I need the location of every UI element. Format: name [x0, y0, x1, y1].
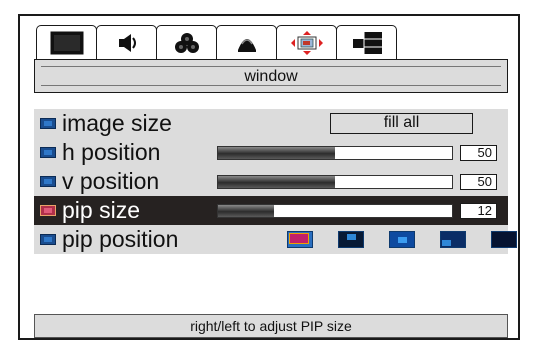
pip-window-mark: [442, 240, 451, 246]
header-divider-bottom: [41, 85, 501, 86]
tab-window[interactable]: [276, 25, 337, 59]
osd-menu-frame: window image size fill all h position 50…: [18, 14, 520, 340]
pip-position-options: [287, 231, 537, 248]
pip-position-option-center[interactable]: [389, 231, 415, 248]
image-size-icon: [40, 118, 56, 129]
image-size-value[interactable]: fill all: [330, 113, 473, 134]
h-position-icon: [40, 147, 56, 158]
h-position-slider[interactable]: [217, 146, 453, 160]
pip-icon: [347, 29, 387, 57]
section-title: window: [244, 68, 298, 85]
pip-window-mark: [347, 234, 356, 240]
h-position-label: h position: [62, 139, 161, 165]
v-position-label: v position: [62, 168, 160, 194]
menu-tabs: [36, 25, 397, 59]
image-size-label: image size: [62, 110, 172, 136]
v-position-slider[interactable]: [217, 175, 453, 189]
pip-window-mark: [398, 237, 407, 243]
row-v-position[interactable]: v position 50: [34, 167, 508, 196]
h-position-slider-fill: [218, 147, 335, 159]
pip-position-option-top-center[interactable]: [338, 231, 364, 248]
window-settings-icon: [287, 29, 327, 57]
channel-icon: [227, 29, 267, 57]
pip-size-value: 12: [460, 203, 497, 219]
header-divider-top: [41, 66, 501, 67]
row-h-position[interactable]: h position 50: [34, 138, 508, 167]
pip-size-icon: [40, 205, 56, 216]
pip-position-icon: [40, 234, 56, 245]
pip-position-option-top-left[interactable]: [287, 231, 313, 248]
pip-size-slider[interactable]: [217, 204, 453, 218]
tab-audio[interactable]: [96, 25, 157, 59]
tab-pip[interactable]: [336, 25, 397, 59]
row-pip-position[interactable]: pip position: [34, 225, 517, 254]
v-position-slider-fill: [218, 176, 335, 188]
help-status-bar: right/left to adjust PIP size: [34, 314, 508, 338]
pip-position-option-bottom-left[interactable]: [440, 231, 466, 248]
tab-color[interactable]: [156, 25, 217, 59]
h-position-value: 50: [460, 145, 497, 161]
v-position-icon: [40, 176, 56, 187]
tab-picture[interactable]: [36, 25, 97, 59]
pip-size-label: pip size: [62, 197, 140, 223]
pip-size-slider-fill: [218, 205, 275, 217]
section-header: window: [34, 59, 508, 93]
pip-window-mark: [289, 233, 309, 244]
row-image-size[interactable]: image size fill all: [34, 109, 508, 138]
pip-position-option-none[interactable]: [491, 231, 517, 248]
tab-channel[interactable]: [216, 25, 277, 59]
color-icon: [167, 29, 207, 57]
picture-icon: [47, 29, 87, 57]
v-position-value: 50: [460, 174, 497, 190]
pip-position-label: pip position: [62, 226, 179, 252]
speaker-icon: [107, 29, 147, 57]
row-pip-size[interactable]: pip size 12: [34, 196, 508, 225]
settings-list: image size fill all h position 50 v posi…: [34, 109, 517, 254]
